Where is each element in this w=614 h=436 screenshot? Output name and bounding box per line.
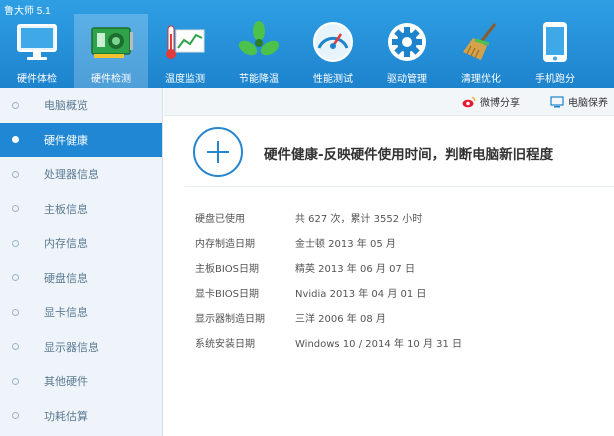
- tool-label: 性能测试: [313, 74, 353, 85]
- tool-clean-optimize[interactable]: 清理优化: [444, 14, 518, 88]
- speedometer-icon: [309, 18, 357, 66]
- tool-label: 手机跑分: [535, 74, 575, 85]
- info-key: 硬盘已使用: [195, 214, 245, 225]
- sidebar: 电脑概览 硬件健康 处理器信息 主板信息 内存信息 硬盘信息 显卡信息 显示器信…: [0, 88, 163, 436]
- broom-icon: [457, 18, 505, 66]
- tool-performance-test[interactable]: 性能测试: [296, 14, 370, 88]
- info-key: 内存制造日期: [195, 239, 255, 250]
- sidebar-item-label: 主板信息: [44, 202, 88, 216]
- sidebar-item-gpu[interactable]: 显卡信息: [0, 295, 162, 330]
- info-value: 精英 2013 年 06 月 07 日: [295, 264, 415, 275]
- tool-label: 驱动管理: [387, 74, 427, 85]
- info-row-disk-usage: 硬盘已使用 共 627 次，累计 3552 小时: [195, 205, 462, 230]
- info-row-gpu-bios: 显卡BIOS日期 Nvidia 2013 年 04 月 01 日: [195, 280, 462, 305]
- bullet-icon: [12, 343, 19, 351]
- sidebar-item-label: 内存信息: [44, 237, 88, 251]
- sidebar-item-other-hardware[interactable]: 其他硬件: [0, 364, 162, 399]
- fan-icon: [235, 18, 283, 66]
- weibo-icon: [462, 96, 476, 107]
- bullet-icon: [12, 136, 19, 144]
- sidebar-item-label: 其他硬件: [44, 375, 88, 389]
- tool-label: 清理优化: [461, 74, 501, 85]
- info-row-motherboard-bios: 主板BIOS日期 精英 2013 年 06 月 07 日: [195, 255, 462, 280]
- bullet-icon: [12, 205, 19, 213]
- page-title: 硬件健康-反映硬件使用时间，判断电脑新旧程度: [264, 147, 554, 163]
- info-value: 共 627 次，累计 3552 小时: [295, 214, 423, 225]
- bullet-icon: [12, 170, 19, 178]
- sidebar-item-label: 显示器信息: [44, 340, 99, 354]
- tool-hardware-checkup[interactable]: 硬件体检: [0, 14, 74, 88]
- info-value: 三洋 2006 年 08 月: [295, 314, 386, 325]
- sidebar-item-motherboard[interactable]: 主板信息: [0, 192, 162, 227]
- graphics-card-icon: [87, 18, 135, 66]
- thermometer-chart-icon: [161, 18, 209, 66]
- top-toolbar: 鲁大师 5.1 硬件体检 硬件检测 温度监测 节能降温 性能测试 驱动管理 清理…: [0, 0, 614, 88]
- bullet-icon: [12, 412, 19, 420]
- weibo-share-label: 微博分享: [480, 98, 520, 109]
- tool-power-cooling[interactable]: 节能降温: [222, 14, 296, 88]
- weibo-share-button[interactable]: 微博分享: [462, 94, 520, 109]
- info-value: Nvidia 2013 年 04 月 01 日: [295, 289, 427, 300]
- sidebar-item-label: 处理器信息: [44, 168, 99, 182]
- tool-label: 温度监测: [165, 74, 205, 85]
- sidebar-item-label: 电脑概览: [44, 99, 88, 113]
- tool-driver-manage[interactable]: 驱动管理: [370, 14, 444, 88]
- sidebar-item-display[interactable]: 显示器信息: [0, 330, 162, 365]
- monitor-small-icon: [550, 95, 564, 107]
- bullet-icon: [12, 101, 19, 109]
- pc-save-button[interactable]: 电脑保养: [550, 94, 608, 109]
- tool-label: 硬件体检: [17, 74, 57, 85]
- info-key: 显示器制造日期: [195, 314, 265, 325]
- info-key: 系统安装日期: [195, 339, 255, 350]
- info-row-os-install: 系统安装日期 Windows 10 / 2014 年 10 月 31 日: [195, 330, 462, 355]
- bullet-icon: [12, 377, 19, 385]
- sidebar-item-label: 硬件健康: [44, 133, 88, 147]
- plus-icon: [193, 127, 243, 177]
- sidebar-item-cpu[interactable]: 处理器信息: [0, 157, 162, 192]
- tool-temperature-monitor[interactable]: 温度监测: [148, 14, 222, 88]
- sidebar-item-power-estimate[interactable]: 功耗估算: [0, 399, 162, 434]
- sidebar-item-disk[interactable]: 硬盘信息: [0, 261, 162, 296]
- divider: [185, 186, 614, 187]
- sidebar-item-overview[interactable]: 电脑概览: [0, 88, 162, 123]
- health-info-list: 硬盘已使用 共 627 次，累计 3552 小时 内存制造日期 金士顿 2013…: [195, 205, 462, 355]
- info-value: Windows 10 / 2014 年 10 月 31 日: [295, 339, 463, 350]
- tool-label: 硬件检测: [91, 74, 131, 85]
- info-key: 主板BIOS日期: [195, 264, 260, 275]
- bullet-icon: [12, 274, 19, 282]
- bullet-icon: [12, 308, 19, 316]
- tool-phone-benchmark[interactable]: 手机跑分: [518, 14, 592, 88]
- gear-icon: [383, 18, 431, 66]
- sidebar-item-label: 硬盘信息: [44, 271, 88, 285]
- bullet-icon: [12, 239, 19, 247]
- info-key: 显卡BIOS日期: [195, 289, 260, 300]
- action-bar: 微博分享 电脑保养: [164, 88, 614, 116]
- monitor-icon: [13, 18, 61, 66]
- tool-label: 节能降温: [239, 74, 279, 85]
- info-row-memory-date: 内存制造日期 金士顿 2013 年 05 月: [195, 230, 462, 255]
- sidebar-item-memory[interactable]: 内存信息: [0, 226, 162, 261]
- tool-hardware-detect[interactable]: 硬件检测: [74, 14, 148, 88]
- phone-icon: [531, 18, 579, 66]
- info-value: 金士顿 2013 年 05 月: [295, 239, 396, 250]
- sidebar-item-hardware-health[interactable]: 硬件健康: [0, 122, 162, 157]
- info-row-display-date: 显示器制造日期 三洋 2006 年 08 月: [195, 305, 462, 330]
- sidebar-item-label: 显卡信息: [44, 306, 88, 320]
- pc-save-label: 电脑保养: [568, 98, 608, 109]
- sidebar-item-label: 功耗估算: [44, 409, 88, 423]
